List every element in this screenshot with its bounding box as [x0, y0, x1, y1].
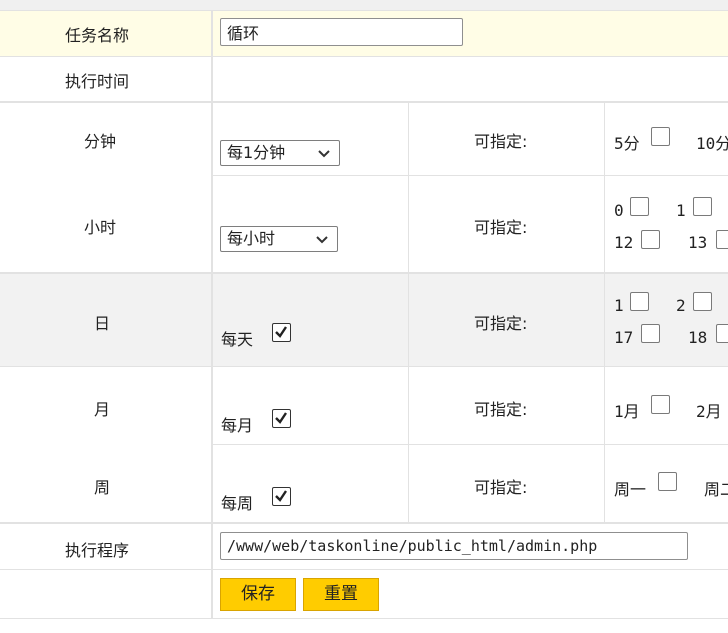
- exec-time-label: 执行时间: [65, 72, 130, 91]
- day-label: 日: [94, 314, 111, 333]
- every-month-label: 每月: [221, 416, 254, 435]
- program-label: 执行程序: [65, 541, 130, 560]
- day-option-checkbox[interactable]: [630, 292, 649, 311]
- day-specifiable-label: 可指定:: [474, 314, 528, 333]
- minute-specifiable-label: 可指定:: [474, 132, 528, 151]
- hour-option-label: 1: [676, 201, 686, 220]
- minute-option-checkbox[interactable]: [651, 127, 670, 146]
- hour-label: 小时: [84, 218, 117, 237]
- hour-select-value: 每小时: [227, 229, 276, 248]
- checkmark-icon: [275, 490, 287, 502]
- every-week-label: 每周: [221, 494, 254, 513]
- month-option-label: 2月: [696, 402, 722, 421]
- week-option-label: 周二: [704, 480, 728, 499]
- checkmark-icon: [275, 326, 287, 338]
- week-label: 周: [94, 478, 111, 497]
- week-option-checkbox[interactable]: [658, 472, 677, 491]
- task-name-input[interactable]: [220, 18, 463, 46]
- day-option-label: 17: [614, 328, 634, 347]
- every-week-checkbox[interactable]: [272, 487, 291, 506]
- day-option-checkbox[interactable]: [716, 324, 728, 343]
- day-option-label: 18: [688, 328, 708, 347]
- hour-option-checkbox[interactable]: [641, 230, 660, 249]
- hour-option-label: 13: [688, 233, 708, 252]
- minute-label: 分钟: [84, 132, 117, 151]
- save-button[interactable]: 保存: [220, 578, 296, 611]
- week-option-label: 周一: [614, 480, 647, 499]
- hour-option-label: 12: [614, 233, 634, 252]
- hour-specifiable-label: 可指定:: [474, 218, 528, 237]
- day-option-checkbox[interactable]: [641, 324, 660, 343]
- minute-option-label: 10分: [696, 134, 728, 153]
- chevron-down-icon: [316, 236, 328, 244]
- every-month-checkbox[interactable]: [272, 409, 291, 428]
- month-label: 月: [94, 400, 111, 419]
- week-specifiable-label: 可指定:: [474, 478, 528, 497]
- chevron-down-icon: [318, 150, 330, 158]
- day-option-label: 1: [614, 296, 624, 315]
- program-path-input[interactable]: [220, 532, 688, 560]
- reset-button[interactable]: 重置: [303, 578, 379, 611]
- task-name-label: 任务名称: [65, 26, 130, 45]
- minute-select-value: 每1分钟: [227, 143, 286, 162]
- hour-option-checkbox[interactable]: [630, 197, 649, 216]
- hour-option-checkbox[interactable]: [693, 197, 712, 216]
- checkmark-icon: [275, 412, 287, 424]
- day-option-checkbox[interactable]: [693, 292, 712, 311]
- top-band: [0, 0, 728, 10]
- day-option-label: 2: [676, 296, 686, 315]
- month-option-checkbox[interactable]: [651, 395, 670, 414]
- month-specifiable-label: 可指定:: [474, 400, 528, 419]
- hour-option-checkbox[interactable]: [716, 230, 728, 249]
- every-day-label: 每天: [221, 330, 254, 349]
- minute-option-label: 5分: [614, 134, 640, 153]
- hour-select[interactable]: 每小时: [220, 226, 338, 252]
- every-day-checkbox[interactable]: [272, 323, 291, 342]
- month-option-label: 1月: [614, 402, 640, 421]
- minute-select[interactable]: 每1分钟: [220, 140, 340, 166]
- hour-option-label: 0: [614, 201, 624, 220]
